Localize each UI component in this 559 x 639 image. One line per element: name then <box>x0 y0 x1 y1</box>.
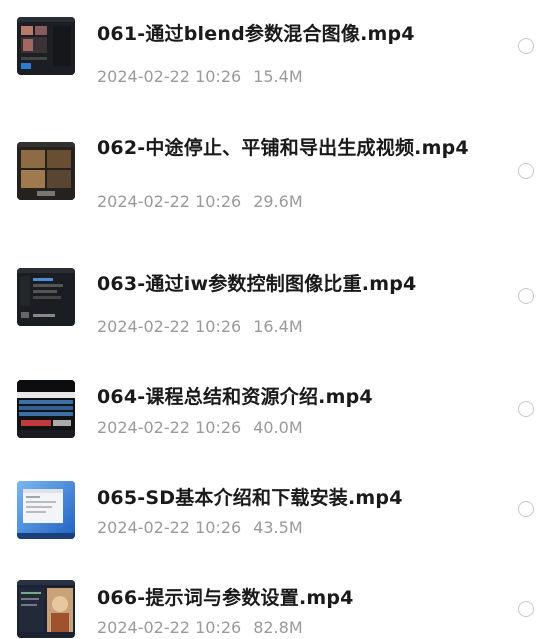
file-meta: 2024-02-22 10:26 16.4M <box>97 317 303 337</box>
select-radio[interactable] <box>518 401 534 417</box>
file-meta: 2024-02-22 10:26 82.8M <box>97 618 303 638</box>
video-thumbnail[interactable] <box>17 481 75 539</box>
file-size: 40.0M <box>253 418 303 437</box>
video-thumbnail-dark-ui-icon <box>17 17 75 75</box>
file-list: 061-通过blend参数混合图像.mp4 2024-02-22 10:26 15… <box>0 0 559 639</box>
file-date: 2024-02-22 10:26 <box>97 317 242 336</box>
file-size: 15.4M <box>253 67 303 86</box>
file-date: 2024-02-22 10:26 <box>97 192 242 211</box>
video-thumbnail[interactable] <box>17 142 75 200</box>
video-thumbnail-image-grid-icon <box>17 142 75 200</box>
video-thumbnail-windows-desktop-icon <box>17 481 75 539</box>
video-thumbnail[interactable] <box>17 17 75 75</box>
file-name: 066-提示词与参数设置.mp4 <box>97 587 354 609</box>
file-size: 16.4M <box>253 317 303 336</box>
video-thumbnail[interactable] <box>17 380 75 438</box>
file-name: 064-课程总结和资源介绍.mp4 <box>97 386 373 408</box>
file-meta: 2024-02-22 10:26 15.4M <box>97 67 303 87</box>
file-name: 061-通过blend参数混合图像.mp4 <box>97 23 415 45</box>
video-thumbnail-dark-ui-icon <box>17 268 75 326</box>
video-thumbnail-portrait-icon <box>17 580 75 638</box>
file-name: 065-SD基本介绍和下载安装.mp4 <box>97 487 403 509</box>
video-thumbnail[interactable] <box>17 268 75 326</box>
file-date: 2024-02-22 10:26 <box>97 67 242 86</box>
select-radio[interactable] <box>518 163 534 179</box>
file-name: 063-通过iw参数控制图像比重.mp4 <box>97 273 417 295</box>
select-radio[interactable] <box>518 38 534 54</box>
file-meta: 2024-02-22 10:26 43.5M <box>97 518 303 538</box>
select-radio[interactable] <box>518 601 534 617</box>
file-size: 43.5M <box>253 518 303 537</box>
video-thumbnail-slides-icon <box>17 380 75 438</box>
file-size: 29.6M <box>253 192 303 211</box>
select-radio[interactable] <box>518 288 534 304</box>
file-date: 2024-02-22 10:26 <box>97 418 242 437</box>
file-size: 82.8M <box>253 618 303 637</box>
file-meta: 2024-02-22 10:26 40.0M <box>97 418 303 438</box>
file-meta: 2024-02-22 10:26 29.6M <box>97 192 303 212</box>
file-name: 062-中途停止、平铺和导出生成视频.mp4 <box>97 137 469 159</box>
file-date: 2024-02-22 10:26 <box>97 618 242 637</box>
video-thumbnail[interactable] <box>17 580 75 638</box>
select-radio[interactable] <box>518 501 534 517</box>
file-date: 2024-02-22 10:26 <box>97 518 242 537</box>
